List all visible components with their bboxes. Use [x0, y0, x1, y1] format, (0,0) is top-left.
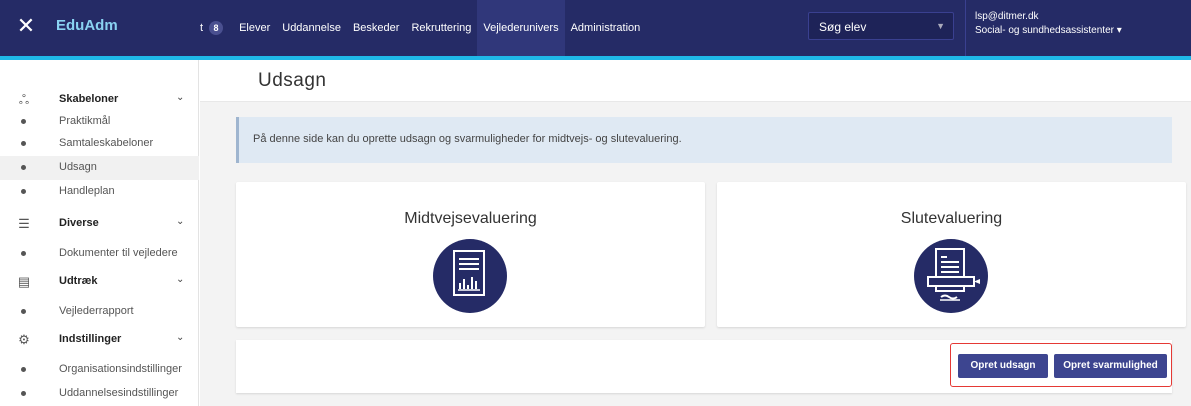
divider	[965, 0, 966, 56]
app-brand[interactable]: EduAdm	[56, 17, 118, 34]
sidebar-section-label: Diverse	[59, 217, 99, 229]
sidebar-item-label: Samtaleskabeloner	[59, 137, 154, 149]
sidebar-item-udsagn[interactable]: Udsagn	[0, 156, 199, 180]
bullet-icon	[21, 251, 26, 256]
bullet-icon	[21, 165, 26, 170]
bullet-icon	[21, 189, 26, 194]
info-text: På denne side kan du oprette udsagn og s…	[253, 133, 682, 145]
main-content: Udsagn På denne side kan du oprette udsa…	[200, 60, 1191, 406]
sidebar-item-uddannelsesindstillinger[interactable]: Uddannelsesindstillinger	[0, 382, 199, 406]
info-alert: På denne side kan du oprette udsagn og s…	[236, 117, 1172, 163]
close-menu-icon[interactable]: ✕	[12, 12, 40, 40]
bullet-icon	[21, 309, 26, 314]
nav-item-rekruttering[interactable]: Rekruttering	[405, 0, 477, 56]
sidebar-section-diverse[interactable]: ☰ Diverse ⌄	[0, 212, 199, 236]
sidebar-item-label: Dokumenter til vejledere	[59, 247, 178, 259]
page-header: Udsagn	[200, 60, 1191, 102]
create-answer-option-button[interactable]: Opret svarmulighed	[1054, 354, 1167, 378]
user-email: lsp@ditmer.dk	[975, 11, 1039, 22]
main-nav: t 8 Elever Uddannelse Beskeder Rekrutter…	[200, 0, 646, 56]
sidebar-item-label: Organisationsindstillinger	[59, 363, 182, 375]
user-menu[interactable]: lsp@ditmer.dk Social- og sundhedsassiste…	[965, 0, 1122, 56]
sidebar: ஃ Skabeloner ⌄ Praktikmål Samtaleskabelo…	[0, 60, 199, 406]
sidebar-item-label: Praktikmål	[59, 115, 111, 127]
nav-item-beskeder[interactable]: Beskeder	[347, 0, 405, 56]
nav-item-uddannelse[interactable]: Uddannelse	[276, 0, 347, 56]
document-sign-icon	[914, 239, 988, 313]
user-role: Social- og sundhedsassistenter	[975, 25, 1114, 36]
sidebar-item-organisationsindstillinger[interactable]: Organisationsindstillinger	[0, 358, 199, 382]
people-icon: ஃ	[18, 92, 30, 107]
sidebar-item-label: Uddannelsesindstillinger	[59, 387, 179, 399]
bullet-icon	[21, 141, 26, 146]
chevron-down-icon: ⌄	[176, 332, 185, 343]
nav-item-administration[interactable]: Administration	[565, 0, 647, 56]
nav-item-elever[interactable]: Elever	[233, 0, 276, 56]
nav-item-truncated[interactable]: t	[200, 22, 203, 34]
chevron-down-icon: ⌄	[176, 216, 185, 227]
chevron-down-icon: ⌄	[176, 92, 185, 103]
sidebar-item-vejlederrapport[interactable]: Vejlederrapport	[0, 300, 199, 324]
sidebar-item-label: Handleplan	[59, 185, 115, 197]
caret-down-icon: ▾	[1116, 25, 1122, 36]
document-icon: ▤	[17, 274, 31, 289]
user-role-row: Social- og sundhedsassistenter ▾	[975, 24, 1122, 38]
page-title: Udsagn	[258, 70, 327, 91]
student-search-select[interactable]: Søg elev ▼	[808, 12, 954, 40]
top-navbar: ✕ EduAdm t 8 Elever Uddannelse Beskeder …	[0, 0, 1191, 56]
sidebar-item-label: Vejlederrapport	[59, 305, 134, 317]
notification-badge: 8	[209, 21, 224, 35]
sidebar-item-dokumenter[interactable]: Dokumenter til vejledere	[0, 242, 199, 266]
nav-item-vejlederunivers[interactable]: Vejlederunivers	[477, 0, 565, 56]
bullet-icon	[21, 367, 26, 372]
report-chart-icon	[433, 239, 507, 313]
sidebar-section-udtraek[interactable]: ▤ Udtræk ⌄	[0, 270, 199, 294]
card-slutevaluering[interactable]: Slutevaluering	[717, 182, 1186, 327]
list-icon: ☰	[18, 216, 30, 231]
card-midtvejsevaluering[interactable]: Midtvejsevaluering	[236, 182, 705, 327]
card-title: Midtvejsevaluering	[404, 210, 537, 227]
bullet-icon	[21, 119, 26, 124]
chevron-down-icon: ⌄	[176, 274, 185, 285]
settings-icon: ⚙	[18, 332, 30, 347]
card-title: Slutevaluering	[900, 210, 1003, 227]
action-bar: Opret udsagn Opret svarmulighed	[236, 340, 1172, 393]
sidebar-item-praktikmaal[interactable]: Praktikmål	[0, 110, 199, 134]
sidebar-item-label: Udsagn	[59, 161, 97, 173]
sidebar-section-label: Indstillinger	[59, 333, 122, 345]
sidebar-item-samtaleskabeloner[interactable]: Samtaleskabeloner	[0, 132, 199, 156]
sidebar-section-label: Skabeloner	[59, 93, 119, 105]
create-statement-button[interactable]: Opret udsagn	[958, 354, 1048, 378]
search-select-value: Søg elev	[819, 20, 867, 34]
sidebar-section-skabeloner[interactable]: ஃ Skabeloner ⌄	[0, 88, 199, 112]
sidebar-item-handleplan[interactable]: Handleplan	[0, 180, 199, 204]
bullet-icon	[21, 391, 26, 396]
sidebar-section-label: Udtræk	[59, 275, 98, 287]
sidebar-section-indstillinger[interactable]: ⚙ Indstillinger ⌄	[0, 328, 199, 352]
chevron-down-icon: ▼	[936, 21, 945, 31]
